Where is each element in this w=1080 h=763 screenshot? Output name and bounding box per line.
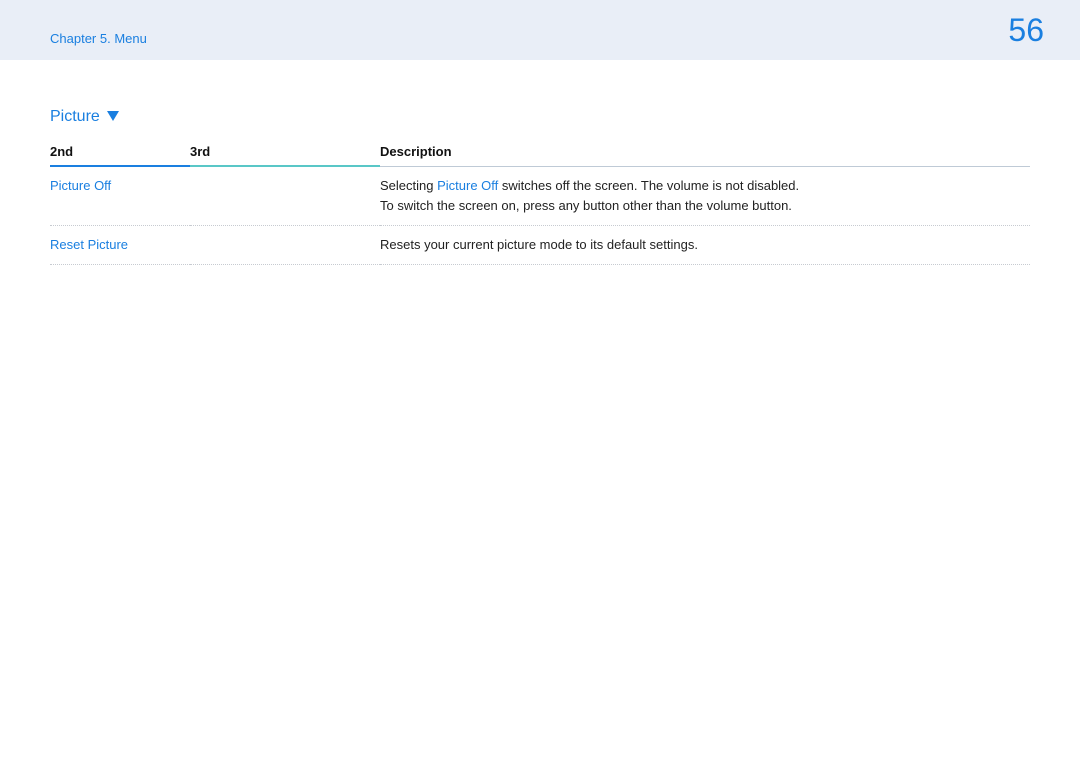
desc-suffix: switches off the screen. The volume is n… (498, 178, 799, 193)
row-3rd-cell (190, 166, 380, 225)
table-row: Picture Off Selecting Picture Off switch… (50, 166, 1030, 225)
column-header-description: Description (380, 138, 1030, 166)
page-number: 56 (1008, 12, 1044, 49)
row-description-cell: Resets your current picture mode to its … (380, 225, 1030, 264)
header-band: Chapter 5. Menu 56 (0, 0, 1080, 60)
row-2nd-cell: Reset Picture (50, 225, 190, 264)
table-header-row: 2nd 3rd Description (50, 138, 1030, 166)
row-2nd-cell: Picture Off (50, 166, 190, 225)
section-title-text: Picture (50, 108, 100, 125)
triangle-down-icon (107, 111, 119, 121)
column-header-3rd: 3rd (190, 138, 380, 166)
row-description-cell: Selecting Picture Off switches off the s… (380, 166, 1030, 225)
row-3rd-cell (190, 225, 380, 264)
section-title: Picture (50, 108, 1030, 126)
chapter-label: Chapter 5. Menu (50, 31, 147, 46)
desc-prefix: Resets your current picture mode to its … (380, 237, 698, 252)
table-row: Reset Picture Resets your current pictur… (50, 225, 1030, 264)
content-area: Picture 2nd 3rd Description Picture Off … (0, 60, 1080, 265)
menu-table: 2nd 3rd Description Picture Off Selectin… (50, 138, 1030, 265)
desc-prefix: Selecting (380, 178, 437, 193)
desc-line2: To switch the screen on, press any butto… (380, 198, 792, 213)
desc-highlight: Picture Off (437, 178, 498, 193)
column-header-2nd: 2nd (50, 138, 190, 166)
